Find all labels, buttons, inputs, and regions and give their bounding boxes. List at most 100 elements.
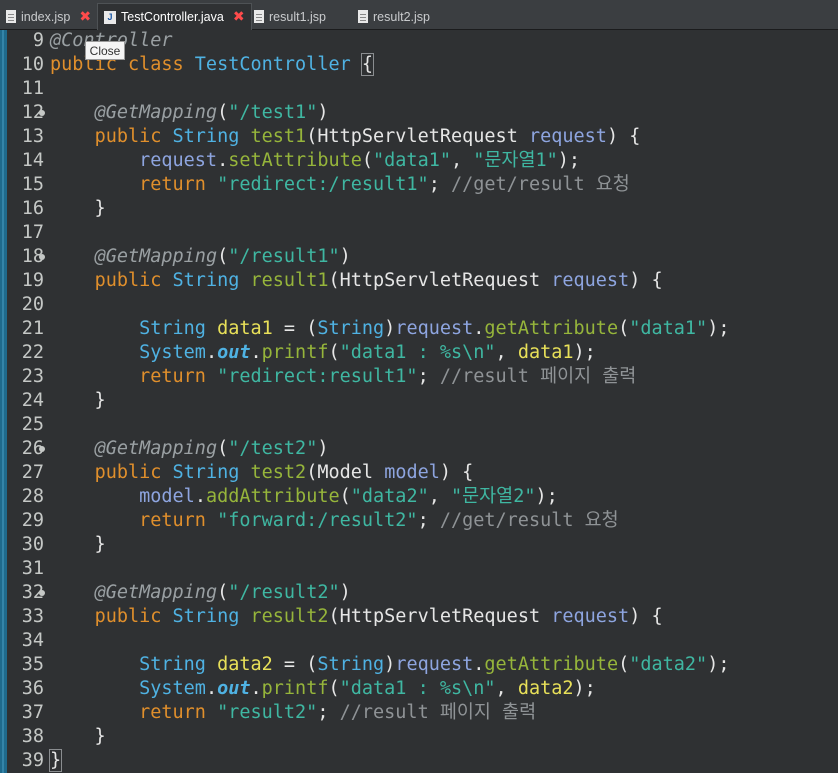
code-line: 35 String data2 = (String)request.getAtt… (7, 653, 838, 677)
code-line: 23 return "redirect:result1"; //result 페… (7, 365, 838, 389)
code-text: model.addAttribute("data2", "문자열2"); (139, 486, 558, 507)
code-text: } (50, 390, 106, 411)
code-line: 25 (7, 413, 838, 437)
code-text: } (50, 726, 106, 747)
line-number: 9 (32, 30, 44, 51)
line-number: 34 (21, 630, 44, 651)
line-number: 22 (21, 342, 44, 363)
code-line: 31 (7, 557, 838, 581)
tab-label: index.jsp (21, 9, 71, 24)
line-number: 31 (21, 558, 44, 579)
close-icon[interactable]: ✖ (233, 9, 245, 25)
code-line: 30 } (7, 533, 838, 557)
code-line: 21 String data1 = (String)request.getAtt… (7, 317, 838, 341)
code-line: 17 (7, 221, 838, 245)
fold-toggle-icon[interactable] (39, 254, 45, 260)
line-number: 27 (21, 462, 44, 483)
code-text: return "forward:/result2"; //get/result … (139, 510, 619, 531)
code-text: request.setAttribute("data1", "문자열1"); (139, 150, 581, 171)
tab-testcontroller-java[interactable]: J TestController.java ✖ (97, 3, 252, 30)
line-number: 38 (21, 726, 44, 747)
code-line: 24 } (7, 389, 838, 413)
tab-result2-jsp[interactable]: result2.jsp (352, 3, 436, 30)
code-text: @GetMapping("/result1") (94, 246, 351, 267)
fold-toggle-icon[interactable] (39, 446, 45, 452)
code-line: 20 (7, 293, 838, 317)
line-number: 21 (21, 318, 44, 339)
code-line: 37 return "result2"; //result 페이지 출력 (7, 701, 838, 725)
code-text: System.out.printf("data1 : %s\n", data2)… (139, 678, 596, 699)
editor-tab-bar: index.jsp ✖ J TestController.java ✖ resu… (0, 0, 838, 30)
code-text: return "result2"; //result 페이지 출력 (139, 702, 537, 723)
jsp-file-icon (358, 10, 368, 23)
line-number: 35 (21, 654, 44, 675)
java-file-icon: J (104, 10, 116, 24)
code-line: 15 return "redirect:/result1"; //get/res… (7, 173, 838, 197)
code-line: 39 } (7, 749, 838, 773)
code-text: } (50, 534, 106, 555)
close-icon[interactable]: ✖ (79, 9, 91, 25)
line-number: 33 (21, 606, 44, 627)
code-text: } (50, 198, 106, 219)
code-text: System.out.printf("data1 : %s\n", data1)… (139, 342, 596, 363)
code-line: 38 } (7, 725, 838, 749)
tab-index-jsp[interactable]: index.jsp ✖ (0, 3, 97, 30)
code-line: 28 model.addAttribute("data2", "문자열2"); (7, 485, 838, 509)
code-editor[interactable]: 9 @Controller 10 public class TestContro… (7, 30, 838, 773)
close-tooltip: Close (85, 41, 125, 60)
code-text: String data2 = (String)request.getAttrib… (139, 654, 730, 675)
line-number: 28 (21, 486, 44, 507)
line-number: 29 (21, 510, 44, 531)
tab-label: TestController.java (121, 10, 224, 24)
code-line: 12 @GetMapping("/test1") (7, 101, 838, 125)
matching-brace: } (48, 749, 63, 772)
line-number: 16 (21, 198, 44, 219)
code-text: } (48, 749, 63, 773)
line-number: 11 (21, 78, 44, 99)
code-text: public String test2(Model model) { (94, 462, 474, 483)
code-line: 36 System.out.printf("data1 : %s\n", dat… (7, 677, 838, 701)
code-text: String data1 = (String)request.getAttrib… (139, 318, 730, 339)
editor-gutter-marker (0, 30, 7, 773)
line-number: 13 (21, 126, 44, 147)
code-line: 11 (7, 77, 838, 101)
tab-result1-jsp[interactable]: result1.jsp (248, 3, 332, 30)
code-text: @GetMapping("/result2") (94, 582, 351, 603)
code-line: 9 @Controller (7, 29, 838, 53)
fold-toggle-icon[interactable] (39, 590, 45, 596)
code-line: 10 public class TestController { (7, 53, 838, 77)
code-line: 34 (7, 629, 838, 653)
code-line: 32 @GetMapping("/result2") (7, 581, 838, 605)
code-text: @GetMapping("/test1") (94, 102, 329, 123)
line-number: 20 (21, 294, 44, 315)
text-caret (61, 751, 63, 771)
code-line: 19 public String result1(HttpServletRequ… (7, 269, 838, 293)
line-number: 14 (21, 150, 44, 171)
code-text: @GetMapping("/test2") (94, 438, 329, 459)
line-number: 10 (21, 54, 44, 75)
tab-label: result1.jsp (269, 9, 326, 24)
line-number: 19 (21, 270, 44, 291)
fold-toggle-icon[interactable] (39, 110, 45, 116)
code-line: 16 } (7, 197, 838, 221)
code-line: 29 return "forward:/result2"; //get/resu… (7, 509, 838, 533)
code-line: 22 System.out.printf("data1 : %s\n", dat… (7, 341, 838, 365)
jsp-file-icon (254, 10, 264, 23)
code-text: public String result2(HttpServletRequest… (94, 606, 663, 627)
line-number: 36 (21, 678, 44, 699)
code-line: 13 public String test1(HttpServletReques… (7, 125, 838, 149)
line-number: 25 (21, 414, 44, 435)
code-line: 14 request.setAttribute("data1", "문자열1")… (7, 149, 838, 173)
line-number: 24 (21, 390, 44, 411)
matching-brace: { (360, 53, 375, 76)
line-number: 37 (21, 702, 44, 723)
code-text: return "redirect:/result1"; //get/result… (139, 174, 630, 195)
code-line: 33 public String result2(HttpServletRequ… (7, 605, 838, 629)
code-line: 18 @GetMapping("/result1") (7, 245, 838, 269)
line-number: 17 (21, 222, 44, 243)
line-number: 30 (21, 534, 44, 555)
code-text: public String result1(HttpServletRequest… (94, 270, 663, 291)
jsp-file-icon (6, 10, 16, 23)
code-text: public String test1(HttpServletRequest r… (94, 126, 641, 147)
code-line: 26 @GetMapping("/test2") (7, 437, 838, 461)
